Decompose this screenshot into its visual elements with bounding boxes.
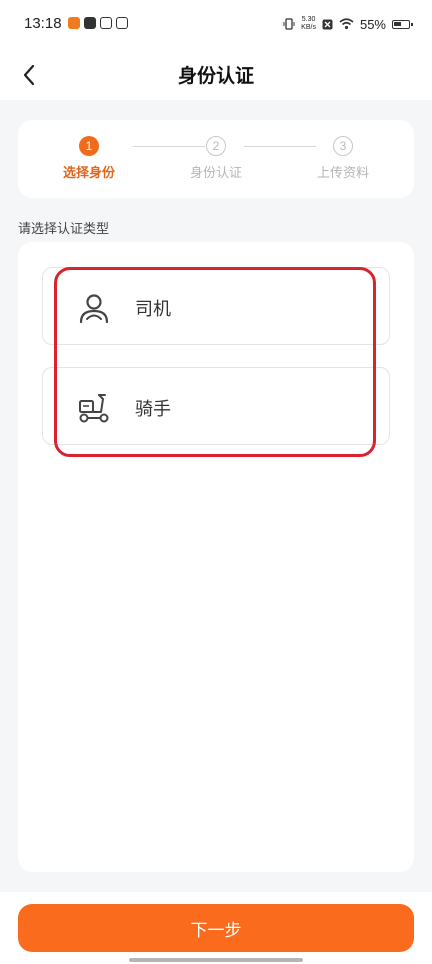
net-speed-value: 5.30: [301, 16, 316, 23]
step-2: 2 身份认证: [176, 136, 256, 181]
step-3-label: 上传资料: [316, 166, 369, 181]
option-rider-label: 骑手: [135, 399, 171, 420]
step-2-number: 2: [206, 136, 226, 156]
battery-icon: [392, 19, 413, 29]
net-speed: 5.30 KB/s: [301, 16, 316, 32]
wifi-icon: [339, 18, 354, 30]
step-2-label: 身份认证: [189, 166, 242, 181]
step-1-number: 1: [79, 136, 99, 156]
driver-person-icon: [79, 294, 109, 324]
status-right: 5.30 KB/s 55%: [283, 16, 413, 32]
calendar-icon: [116, 17, 128, 29]
status-time: 13:18: [24, 15, 62, 32]
step-3-number: 3: [333, 136, 353, 156]
step-1-label: 选择身份: [62, 166, 115, 181]
app-notification-icon: [68, 17, 80, 29]
next-step-button[interactable]: 下一步: [18, 904, 414, 952]
header: 身份认证: [0, 50, 432, 100]
page-title: 身份认证: [177, 65, 254, 87]
step-1: 1 选择身份: [49, 136, 129, 181]
identity-type-card: 司机 骑手: [18, 242, 414, 872]
battery-percent: 55%: [359, 16, 386, 32]
option-driver-label: 司机: [135, 299, 171, 320]
vibrate-icon: [283, 18, 295, 30]
status-bar: 13:18 5.30 KB/s 55%: [0, 0, 432, 50]
section-label: 请选择认证类型: [18, 222, 110, 237]
tiktok-icon: [84, 17, 96, 29]
option-driver[interactable]: 司机: [42, 267, 390, 345]
option-rider[interactable]: 骑手: [42, 367, 390, 445]
sim-off-icon: [322, 19, 333, 29]
home-indicator[interactable]: [129, 958, 303, 962]
rider-scooter-icon: [79, 394, 109, 423]
stepper: 1 选择身份 2 身份认证 3 上传资料: [18, 120, 414, 198]
link-icon: [100, 17, 112, 29]
net-speed-unit: KB/s: [301, 24, 316, 31]
step-3: 3 上传资料: [303, 136, 383, 181]
notification-icons: [68, 17, 128, 29]
